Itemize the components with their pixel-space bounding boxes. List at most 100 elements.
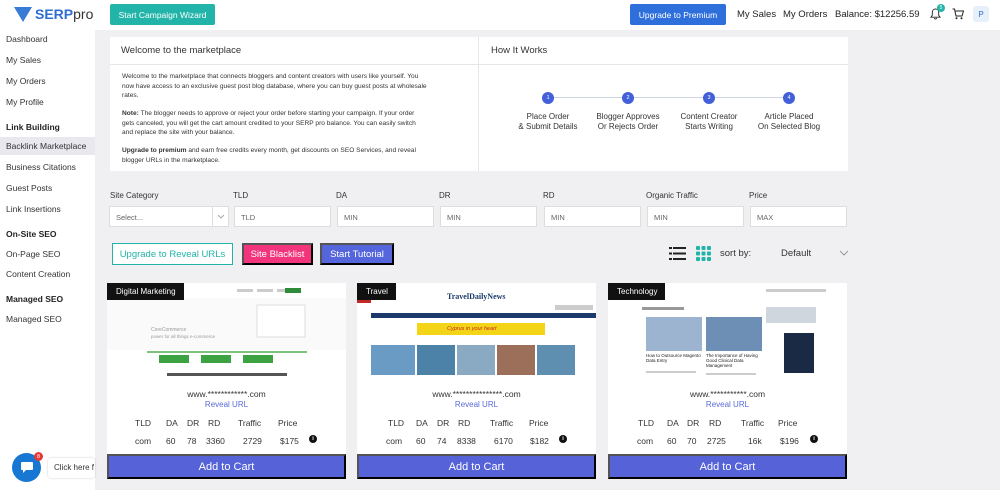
dr-min-input[interactable]: MIN xyxy=(440,206,537,227)
sidebar-item-guest-posts[interactable]: Guest Posts xyxy=(6,183,52,193)
masked-site-url: www.***********.com xyxy=(689,389,766,399)
rd-min-input[interactable]: MIN xyxy=(544,206,641,227)
price-label: Price xyxy=(749,191,768,200)
tld-input[interactable]: TLD xyxy=(234,206,331,227)
site-screenshot: TravelDailyNews Cyprus in your heart Tra… xyxy=(357,283,596,379)
da-min-input[interactable]: MIN xyxy=(337,206,434,227)
metric-header-price: Price xyxy=(529,418,549,428)
metric-header-tld: TLD xyxy=(135,418,152,428)
list-view-icon[interactable] xyxy=(669,246,686,261)
sidebar-item-link-insertions[interactable]: Link Insertions xyxy=(6,204,61,214)
thumb-caption-1: How to Outsource Magento Data Entry xyxy=(646,353,701,363)
welcome-premium: Upgrade to premium and earn free credits… xyxy=(122,147,416,164)
thumb-brand-text: CoreCommerce xyxy=(151,327,187,333)
metric-header-tld: TLD xyxy=(388,418,405,428)
sort-chevron-down-icon[interactable] xyxy=(839,249,849,257)
metric-header-rd: RD xyxy=(458,418,471,428)
sidebar-item-my-sales[interactable]: My Sales xyxy=(6,55,41,65)
metric-rd-value: 8338 xyxy=(457,436,476,446)
metric-header-rd: RD xyxy=(709,418,722,428)
sidebar-heading-onsite-seo: On-Site SEO xyxy=(6,229,57,239)
how-it-works-title: How It Works xyxy=(491,45,548,56)
sidebar-item-on-page-seo[interactable]: On-Page SEO xyxy=(6,249,60,259)
grid-view-icon[interactable] xyxy=(696,246,711,261)
price-max-input[interactable]: MAX xyxy=(750,206,847,227)
metric-header-dr: DR xyxy=(187,418,200,428)
info-icon[interactable]: i xyxy=(810,435,818,443)
metric-traffic-value: 16k xyxy=(748,436,762,446)
listing-card: CoreCommerce power for all things e-comm… xyxy=(107,283,346,479)
my-orders-link[interactable]: My Orders xyxy=(783,9,827,20)
sidebar-item-managed-seo[interactable]: Managed SEO xyxy=(6,314,62,324)
start-campaign-wizard-button[interactable]: Start Campaign Wizard xyxy=(110,4,215,25)
metric-da-value: 60 xyxy=(416,436,426,446)
reveal-url-link[interactable]: Reveal URL xyxy=(357,400,596,409)
reveal-url-link[interactable]: Reveal URL xyxy=(608,400,847,409)
chat-prompt[interactable]: Click here f xyxy=(48,458,95,478)
thumb-tagline-text: power for all things e-commerce xyxy=(151,334,216,339)
sidebar-item-backlink-marketplace[interactable]: Backlink Marketplace xyxy=(6,141,86,151)
logo-icon xyxy=(14,6,32,22)
metric-traffic-value: 2729 xyxy=(243,436,262,446)
metric-rd-value: 2725 xyxy=(707,436,726,446)
metric-header-traffic: Traffic xyxy=(490,418,514,428)
add-to-cart-button[interactable]: Add to Cart xyxy=(608,454,847,479)
step-1-number: 1 xyxy=(542,92,554,104)
sidebar-item-my-profile[interactable]: My Profile xyxy=(6,97,44,107)
sidebar-item-content-creation[interactable]: Content Creation xyxy=(6,269,70,279)
metric-header-da: DA xyxy=(416,418,428,428)
metric-tld-value: com xyxy=(135,436,152,446)
metric-header-tld: TLD xyxy=(638,418,655,428)
info-icon[interactable]: i xyxy=(309,435,317,443)
tld-label: TLD xyxy=(233,191,249,200)
my-sales-link[interactable]: My Sales xyxy=(737,9,776,20)
step-3-number: 3 xyxy=(703,92,715,104)
chevron-down-icon xyxy=(212,207,228,226)
category-tag: Travel xyxy=(357,283,396,300)
metric-header-da: DA xyxy=(166,418,178,428)
site-screenshot: How to Outsource Magento Data Entry The … xyxy=(608,283,847,379)
metric-header-dr: DR xyxy=(687,418,700,428)
site-blacklist-button[interactable]: Site Blacklist xyxy=(242,243,313,265)
welcome-intro: Welcome to the marketplace that connects… xyxy=(122,73,427,99)
add-to-cart-button[interactable]: Add to Cart xyxy=(107,454,346,479)
thumb-caption-2: The Importance of Having Good Clinical D… xyxy=(706,353,758,368)
sort-by-label: sort by: xyxy=(720,248,752,259)
step-1-label: Place Order & Submit Details xyxy=(518,112,578,131)
upgrade-reveal-urls-button[interactable]: Upgrade to Reveal URLs xyxy=(112,243,233,265)
step-3-label: Content Creator Starts Writing xyxy=(680,112,738,131)
metric-header-traffic: Traffic xyxy=(741,418,765,428)
metric-header-da: DA xyxy=(667,418,679,428)
site-category-select[interactable]: Select... xyxy=(109,206,229,227)
metric-da-value: 60 xyxy=(667,436,677,446)
listing-card: How to Outsource Magento Data Entry The … xyxy=(608,283,847,479)
traffic-min-input[interactable]: MIN xyxy=(647,206,744,227)
metric-dr-value: 78 xyxy=(187,436,197,446)
start-tutorial-button[interactable]: Start Tutorial xyxy=(320,243,394,265)
metric-header-traffic: Traffic xyxy=(238,418,262,428)
add-to-cart-button[interactable]: Add to Cart xyxy=(357,454,596,479)
sidebar-item-my-orders[interactable]: My Orders xyxy=(6,76,46,86)
balance-display: Balance: $12256.59 xyxy=(835,9,920,20)
thumb-banner-text: Cyprus in your heart xyxy=(447,326,497,332)
metric-header-price: Price xyxy=(278,418,298,428)
cart-icon[interactable] xyxy=(952,8,964,20)
panel-vertical-divider xyxy=(478,37,479,171)
sidebar-heading-link-building: Link Building xyxy=(6,122,60,132)
sidebar-item-business-citations[interactable]: Business Citations xyxy=(6,162,76,172)
step-2-number: 2 xyxy=(622,92,634,104)
metric-da-value: 60 xyxy=(166,436,176,446)
sort-select[interactable]: Default xyxy=(781,248,811,259)
category-tag: Technology xyxy=(608,283,666,300)
upgrade-to-premium-button[interactable]: Upgrade to Premium xyxy=(630,4,726,25)
info-icon[interactable]: i xyxy=(559,435,567,443)
da-label: DA xyxy=(336,191,348,200)
metric-traffic-value: 6170 xyxy=(494,436,513,446)
sidebar-item-dashboard[interactable]: Dashboard xyxy=(6,34,48,44)
serppro-logo[interactable]: SERPpro xyxy=(14,6,93,22)
user-avatar[interactable]: P xyxy=(973,6,989,22)
step-4-number: 4 xyxy=(783,92,795,104)
metric-rd-value: 3360 xyxy=(206,436,225,446)
metric-header-dr: DR xyxy=(437,418,450,428)
reveal-url-link[interactable]: Reveal URL xyxy=(107,400,346,409)
